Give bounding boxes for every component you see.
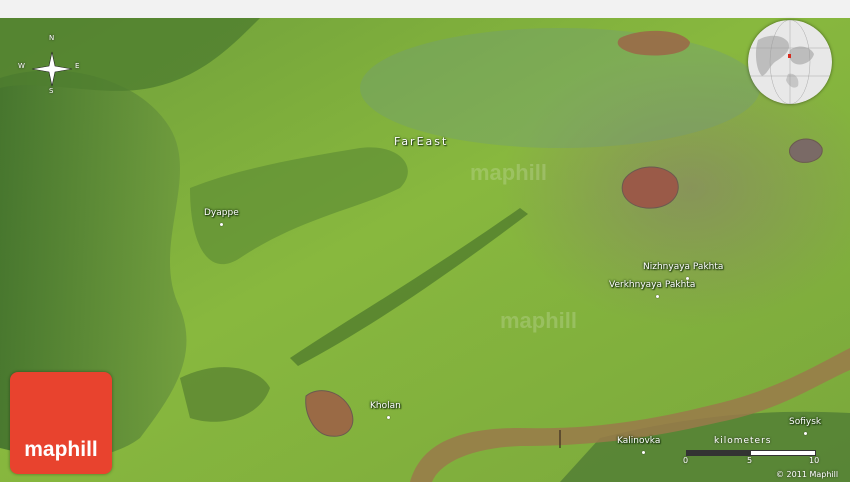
scale-tick-5: 5 [747,456,753,465]
place-label-verkhnyaya-pakhta[interactable]: Verkhnyaya Pakhta [609,280,695,290]
globe-icon [748,20,832,104]
compass-east: E [75,62,80,70]
watermark-1: maphill [470,160,548,185]
copyright-notice: © 2011 Maphill [776,470,839,479]
maphill-logo[interactable]: maphill [10,372,112,474]
place-marker-sofiysk [804,432,807,435]
compass-north: N [49,34,55,42]
place-marker-verkhnyaya-pakhta [656,295,659,298]
locator-marker [788,54,791,58]
haze-north [360,28,760,148]
place-label-nizhnyaya-pakhta[interactable]: Nizhnyaya Pakhta [643,262,723,272]
place-marker-kholan [387,416,390,419]
scale-bar: kilometers 0 5 10 [680,436,830,466]
lake-northeast [789,138,823,163]
lake-east [621,166,679,209]
scale-title: kilometers [714,436,772,446]
place-label-kalinovka[interactable]: Kalinovka [617,436,660,446]
place-label-dyappe[interactable]: Dyappe [204,208,239,218]
terrain-layer [0,18,850,482]
watermark-2: maphill [500,308,578,333]
locator-globe [748,20,832,104]
scale-tick-10: 10 [809,456,820,465]
compass-west: W [18,62,25,70]
scale-tick-0: 0 [683,456,689,465]
place-label-sofiysk[interactable]: Sofiysk [789,417,821,427]
maphill-logo-text: maphill [24,438,98,461]
compass-south: S [49,87,54,95]
top-strip [0,0,850,18]
place-marker-dyappe [220,223,223,226]
place-marker-kalinovka [642,451,645,454]
satellite-map[interactable]: N S E W maphill maphill FarEast Dyappe N… [0,18,850,482]
region-label: FarEast [394,135,449,148]
place-label-kholan[interactable]: Kholan [370,401,401,411]
